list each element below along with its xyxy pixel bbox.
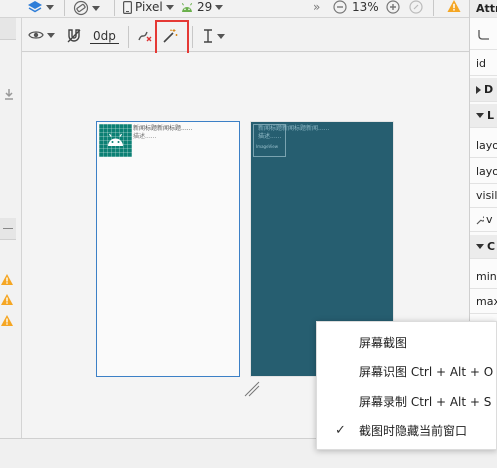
menu-item-hide-window[interactable]: ✓ 截图时隐藏当前窗口 [317,416,497,444]
checkmark-icon: ✓ [335,422,346,438]
phone-icon [123,0,132,14]
design-surface-button[interactable] [27,0,54,14]
zoom-level: 13% [352,0,379,14]
attr-visibility[interactable]: visil [470,184,497,208]
clear-constraints-button[interactable] [137,28,153,44]
chevron-down-icon [165,4,174,10]
default-margin-field[interactable]: 0dp [90,29,119,44]
attr-section-layout[interactable]: L [470,104,497,128]
margin-value: 0dp [93,29,116,43]
attr-section-common[interactable]: C [470,235,497,259]
zoom-to-fit-button[interactable] [409,0,423,14]
warning-icon[interactable] [1,274,13,285]
news-title: 新闻标题新闻标题...... [133,125,193,132]
zoom-out-icon [333,0,347,14]
warning-icon[interactable] [1,315,13,326]
left-panel-section-header [0,218,16,240]
design-preview[interactable]: 新闻标题新闻标题...... 描述...... [96,121,240,377]
issues-button[interactable] [447,0,461,12]
chevron-down-icon [46,4,54,10]
chevron-down-icon [476,244,484,249]
layers-icon [28,1,42,13]
left-panel-header [0,18,16,40]
chevron-down-icon [92,5,100,11]
left-panel [0,18,22,438]
android-icon [181,2,193,12]
screenshot-context-menu: 屏幕截图 屏幕识图 Ctrl + Alt + O 屏幕录制 Ctrl + Alt… [316,321,497,450]
chevron-down-icon [476,113,484,118]
constraint-icon [478,29,489,40]
clear-constraints-icon [138,31,152,42]
wrench-icon [476,215,484,224]
attr-section-declared[interactable]: D [470,78,497,102]
attr-tools-visibility[interactable]: v [470,208,497,232]
constraint-icon-row [470,22,497,50]
image-thumbnail[interactable] [99,124,132,157]
eye-icon [28,31,44,39]
chevron-down-icon [47,32,55,38]
news-title-outline: 新闻标题新闻标题新闻...... [258,125,330,132]
attributes-title: Attri [470,0,497,18]
autoconnect-toggle[interactable] [66,28,82,44]
attr-layout-width[interactable]: layo [470,134,497,158]
zoom-out-button[interactable] [333,0,347,14]
menu-item-screenshot[interactable]: 屏幕截图 [317,328,497,356]
zoom-in-icon [386,0,400,14]
device-selector[interactable]: Pixel [123,0,174,14]
design-toolbar: Pixel 29 » 13% [0,0,469,18]
magnet-icon [67,29,81,43]
orientation-button[interactable] [73,0,100,16]
menu-item-screen-record[interactable]: 屏幕录制 Ctrl + Alt + S [317,387,497,415]
image-view-label: ImageView [256,144,279,149]
menu-item-screen-recognize[interactable]: 屏幕识图 Ctrl + Alt + O [317,357,497,385]
chevron-down-icon [217,33,225,39]
android-icon [108,133,123,146]
attr-layout-height[interactable]: layo [470,160,497,184]
news-description: 描述...... [133,133,157,140]
guidelines-button[interactable] [202,28,225,44]
news-description-outline: 描述...... [258,133,282,140]
chevron-right-icon [476,85,481,94]
warning-icon[interactable] [1,294,13,305]
guideline-icon [204,29,212,43]
zoom-in-button[interactable] [386,0,400,14]
attr-min[interactable]: min [470,265,497,289]
api-level-selector[interactable]: 29 [180,0,224,14]
collapse-icon[interactable] [3,228,13,229]
chevron-down-icon [215,4,224,10]
attr-max[interactable]: max [470,290,497,314]
overflow-icon: » [313,0,321,14]
overflow-button[interactable]: » [313,0,320,14]
resize-handle-icon[interactable] [243,380,261,398]
warning-icon [447,0,461,12]
view-options-button[interactable] [28,29,55,41]
zoom-fit-icon [409,0,423,14]
attr-id[interactable]: id [470,52,497,76]
download-icon[interactable] [3,88,15,103]
api-level-label: 29 [197,0,213,14]
device-label: Pixel [135,0,163,14]
layout-toolbar: 0dp [22,22,469,52]
rotate-icon [73,0,89,16]
